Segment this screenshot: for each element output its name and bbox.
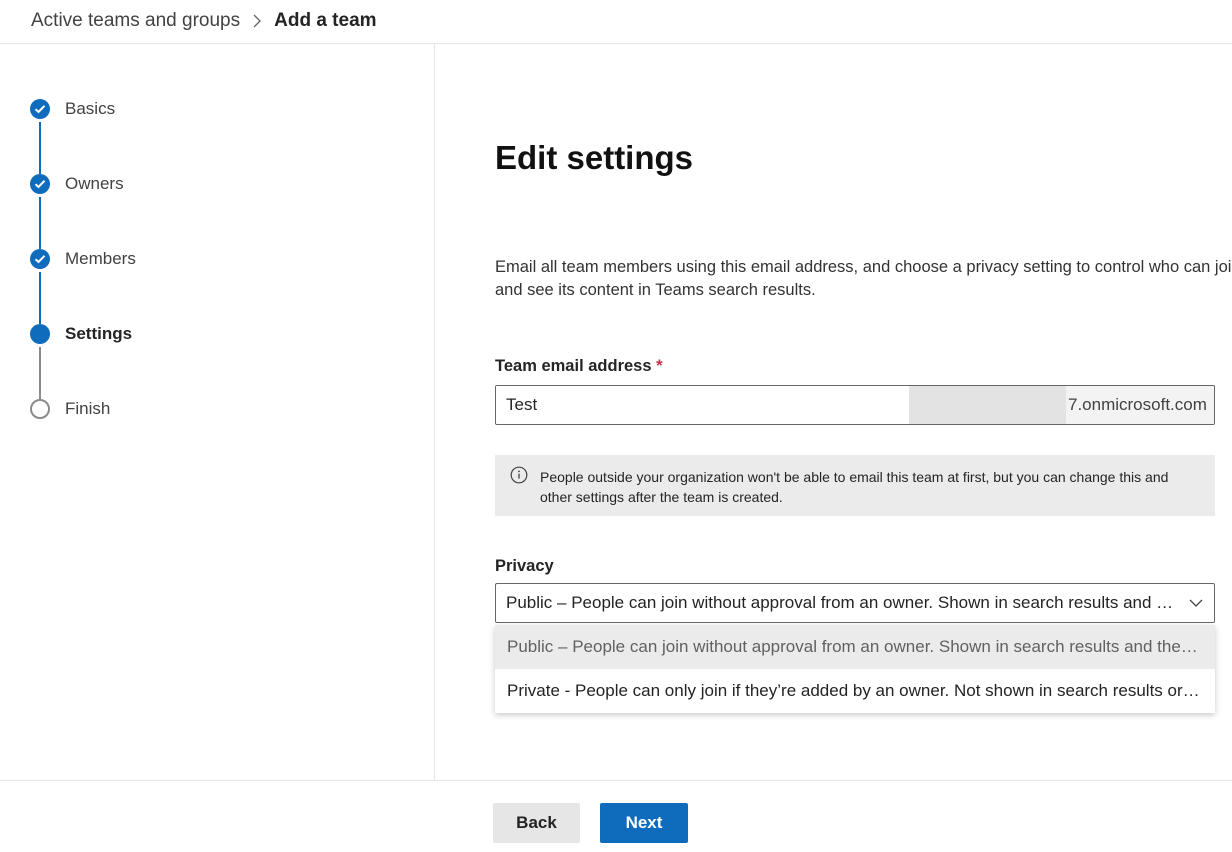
checkmark-circle-icon xyxy=(30,99,50,119)
wizard-steps-panel: Basics Owners Members Settings Finish xyxy=(0,44,435,780)
breadcrumb: Active teams and groups Add a team xyxy=(31,10,377,32)
step-connector xyxy=(39,272,41,324)
privacy-option-public[interactable]: Public – People can join without approva… xyxy=(495,625,1215,669)
step-label: Owners xyxy=(65,174,124,193)
step-members[interactable]: Members xyxy=(30,248,136,270)
team-email-label: Team email address * xyxy=(495,357,663,376)
info-message-bar: People outside your organization won't b… xyxy=(495,455,1215,516)
page-header: Active teams and groups Add a team xyxy=(0,0,1232,44)
step-basics[interactable]: Basics xyxy=(30,98,115,120)
team-email-input[interactable] xyxy=(496,386,909,424)
privacy-dropdown[interactable]: Public – People can join without approva… xyxy=(495,583,1215,623)
info-message-text: People outside your organization won't b… xyxy=(540,469,1169,505)
step-connector xyxy=(39,197,41,249)
step-finish: Finish xyxy=(30,398,110,420)
back-button[interactable]: Back xyxy=(493,803,580,843)
filled-circle-icon xyxy=(30,324,50,344)
checkmark-circle-icon xyxy=(30,249,50,269)
privacy-option-private[interactable]: Private - People can only join if they’r… xyxy=(495,669,1215,713)
checkmark-circle-icon xyxy=(30,174,50,194)
chevron-right-icon xyxy=(252,14,262,28)
privacy-selected-value: Public – People can join without approva… xyxy=(506,593,1176,612)
step-connector xyxy=(39,347,41,399)
wizard-footer: Back Next xyxy=(0,780,1232,852)
email-domain-suffix: 7.onmicrosoft.com xyxy=(1066,386,1214,424)
breadcrumb-current: Add a team xyxy=(274,10,377,31)
next-button[interactable]: Next xyxy=(600,803,688,843)
redacted-region xyxy=(909,386,1066,424)
step-owners[interactable]: Owners xyxy=(30,173,124,195)
privacy-label: Privacy xyxy=(495,557,554,575)
step-settings[interactable]: Settings xyxy=(30,323,132,345)
required-indicator: * xyxy=(656,357,663,375)
step-label: Basics xyxy=(65,99,116,118)
settings-description: Email all team members using this email … xyxy=(495,258,1232,299)
team-email-label-text: Team email address xyxy=(495,357,652,375)
team-email-field: 7.onmicrosoft.com xyxy=(495,385,1215,425)
page-title: Edit settings xyxy=(495,139,694,176)
empty-circle-icon xyxy=(30,399,50,419)
settings-form: Edit settings Email all team members usi… xyxy=(495,44,1232,780)
info-icon xyxy=(510,466,528,489)
step-label: Finish xyxy=(65,399,111,418)
step-label: Members xyxy=(65,249,136,268)
privacy-options-list: Public – People can join without approva… xyxy=(495,625,1215,713)
breadcrumb-active-teams-link[interactable]: Active teams and groups xyxy=(31,10,240,32)
step-label: Settings xyxy=(65,324,133,343)
step-connector xyxy=(39,122,41,174)
chevron-down-icon xyxy=(1188,595,1204,616)
